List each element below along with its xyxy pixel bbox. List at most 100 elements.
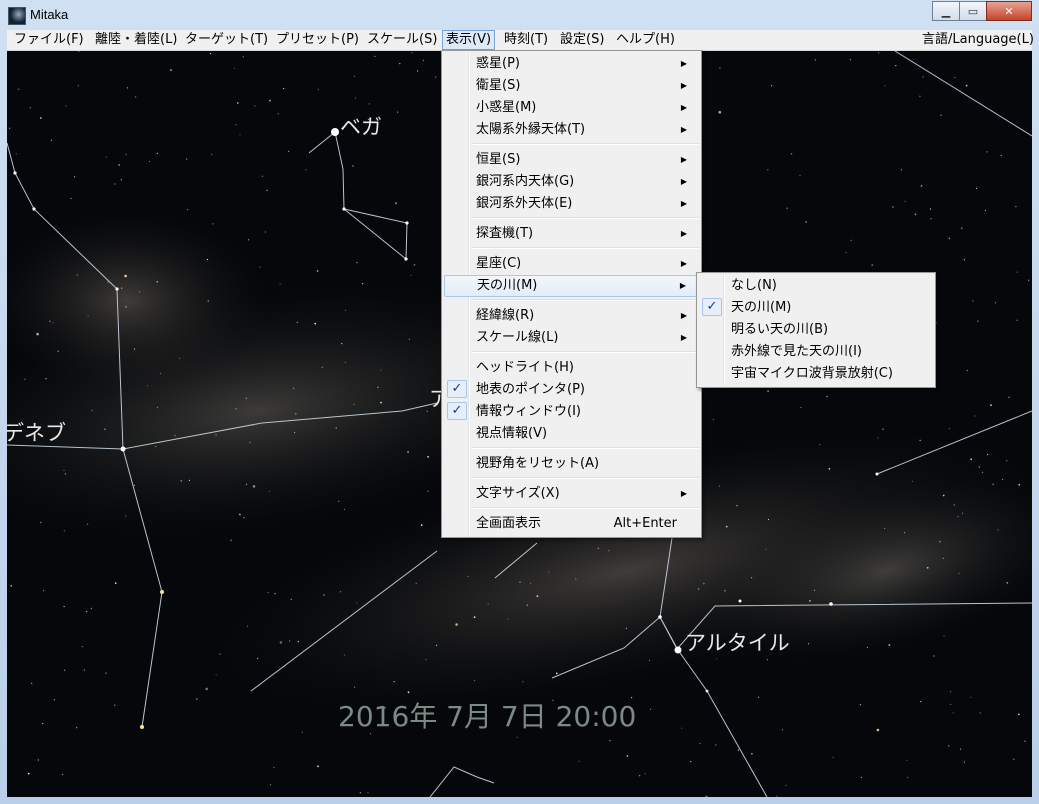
star (133, 484, 135, 486)
star (715, 744, 717, 746)
submenu-arrow-icon: ▶ (680, 155, 687, 164)
star (317, 88, 319, 90)
star (982, 471, 984, 473)
menu-view[interactable]: 表示(V) (442, 30, 496, 50)
star (339, 591, 342, 593)
view-menu-item-label: 天の川(M) (477, 278, 538, 293)
star (597, 547, 599, 549)
star (57, 350, 59, 352)
view-menu-item[interactable]: 太陽系外縁天体(T) ▶ (444, 119, 697, 141)
star (63, 469, 65, 471)
menu-time[interactable]: 時刻(T) (501, 30, 551, 50)
menu-help[interactable]: ヘルプ(H) (613, 30, 678, 50)
view-menu-item[interactable]: 銀河系外天体(E) ▶ (444, 193, 697, 215)
menu-settings[interactable]: 設定(S) (557, 30, 607, 50)
star (1018, 483, 1021, 486)
star (156, 406, 158, 408)
star (948, 745, 950, 747)
star (104, 428, 106, 430)
star (114, 582, 117, 584)
view-menu-item[interactable]: ✓ 情報ウィンドウ(I) (444, 401, 697, 423)
view-menu-item[interactable]: 星座(C) ▶ (444, 253, 697, 275)
star (939, 541, 941, 543)
star (283, 87, 285, 90)
menu-scale[interactable]: スケール(S) (364, 30, 440, 50)
milky-way-submenu-item-label: 天の川(M) (731, 300, 792, 315)
star (395, 202, 397, 205)
star (179, 357, 181, 359)
star (990, 404, 992, 407)
star (942, 557, 944, 559)
view-menu-item[interactable]: 衛星(S) ▶ (444, 75, 697, 97)
view-menu-item-label: 太陽系外縁天体(T) (476, 122, 586, 137)
view-menu-item[interactable]: 天の川(M) ▶ (444, 275, 697, 297)
star (977, 320, 979, 322)
star (230, 539, 232, 541)
view-menu-item[interactable]: 探査機(T) ▶ (444, 223, 697, 245)
star (156, 152, 158, 154)
star (247, 625, 249, 627)
star (950, 691, 952, 693)
menu-file[interactable]: ファイル(F) (11, 30, 87, 50)
star (1006, 582, 1009, 584)
star (27, 772, 30, 775)
title-bar[interactable]: Mitaka ▁ ▭ ✕ (0, 0, 1039, 30)
star (76, 727, 78, 729)
star (889, 643, 891, 645)
view-menu-item[interactable]: 文字サイズ(X) ▶ (444, 483, 697, 505)
star (959, 748, 962, 750)
star (49, 320, 51, 322)
star (245, 483, 248, 485)
star (293, 387, 295, 389)
menu-takeoff-landing[interactable]: 離陸・着陸(L) (92, 30, 180, 50)
view-menu-item-label: 惑星(P) (476, 56, 520, 71)
view-menu-item[interactable]: 小惑星(M) ▶ (444, 97, 697, 119)
view-menu-item[interactable]: 全画面表示 Alt+Enter (444, 513, 697, 535)
star (42, 722, 44, 725)
star (940, 114, 942, 116)
menu-preset[interactable]: プリセット(P) (273, 30, 362, 50)
view-menu-item[interactable]: 銀河系内天体(G) ▶ (444, 171, 697, 193)
menu-language[interactable]: 言語/Language(L) (919, 30, 1037, 50)
star (1002, 478, 1004, 481)
star (987, 453, 989, 456)
star (785, 784, 787, 786)
submenu-arrow-icon: ▶ (680, 81, 687, 90)
star-deneb (120, 446, 126, 452)
star (174, 434, 176, 437)
view-menu-item[interactable]: 経緯線(R) ▶ (444, 305, 697, 327)
milky-way-submenu-item[interactable]: 赤外線で見た天の川(I) (699, 341, 931, 363)
star (974, 415, 976, 417)
star (407, 691, 410, 694)
milky-way-submenu-item[interactable]: 宇宙マイクロ波背景放射(C) (699, 363, 931, 385)
view-menu-item-label: 星座(C) (476, 256, 522, 271)
view-menu-item[interactable]: ✓ 地表のポインタ(P) (444, 379, 697, 401)
star (219, 653, 221, 655)
milky-way-submenu-item[interactable]: 明るい天の川(B) (699, 319, 931, 341)
star (361, 283, 364, 285)
star (736, 505, 738, 507)
star (186, 209, 189, 211)
menu-target[interactable]: ターゲット(T) (182, 30, 271, 50)
menu-separator (472, 477, 699, 479)
view-menu-item[interactable]: 惑星(P) ▶ (444, 53, 697, 75)
close-button[interactable]: ✕ (986, 1, 1032, 21)
star (1017, 713, 1020, 716)
star (215, 434, 217, 436)
view-menu-item[interactable]: 視点情報(V) (444, 423, 697, 445)
star (410, 274, 412, 276)
view-menu-item-label: 視野角をリセット(A) (476, 456, 600, 471)
star (356, 262, 358, 264)
view-menu-item[interactable]: 視野角をリセット(A) (444, 453, 697, 475)
minimize-button[interactable]: ▁ (932, 1, 960, 21)
star (289, 640, 291, 642)
star (800, 406, 802, 409)
milky-way-submenu-item[interactable]: ✓ 天の川(M) (699, 297, 931, 319)
maximize-button[interactable]: ▭ (959, 1, 987, 21)
view-menu-item[interactable]: 恒星(S) ▶ (444, 149, 697, 171)
milky-way-submenu-item[interactable]: なし(N) (699, 275, 931, 297)
star (273, 766, 275, 769)
view-menu-item[interactable]: ヘッドライト(H) (444, 357, 697, 379)
view-menu-item[interactable]: スケール線(L) ▶ (444, 327, 697, 349)
submenu-arrow-icon: ▶ (680, 311, 687, 320)
